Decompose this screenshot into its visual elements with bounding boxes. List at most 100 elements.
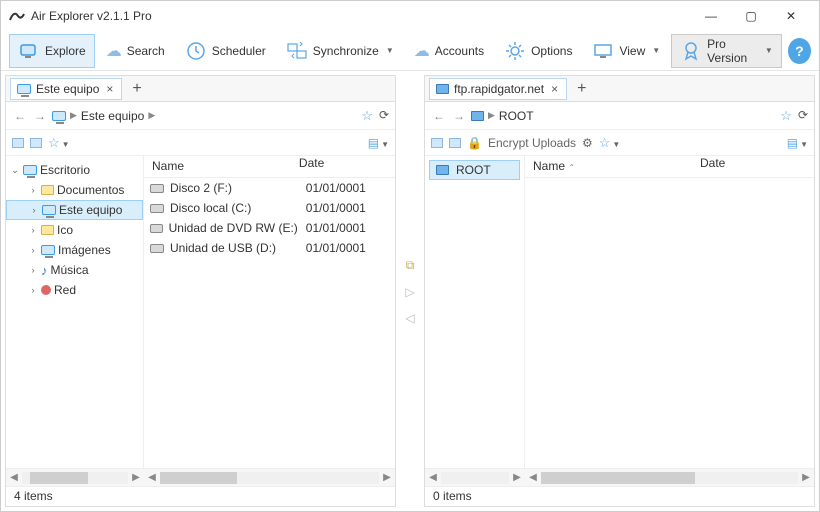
- list-hscroll[interactable]: ◀▶: [144, 468, 395, 486]
- left-tree: ⌄ Escritorio ›Documentos ›Este equipo ›I…: [6, 156, 144, 468]
- col-date[interactable]: Date: [700, 156, 810, 177]
- add-tab-button[interactable]: +: [577, 80, 586, 98]
- right-scrollbars: ◀▶ ◀▶: [425, 468, 814, 486]
- tree-node-red[interactable]: ›Red: [6, 280, 143, 300]
- favorite-button[interactable]: ☆: [361, 108, 373, 124]
- network-icon: [41, 285, 51, 295]
- refresh-button[interactable]: ⟳: [379, 108, 389, 124]
- expand-icon[interactable]: ›: [29, 205, 39, 215]
- accounts-button[interactable]: ☁ Accounts: [405, 34, 493, 68]
- nav-back-button[interactable]: ←: [431, 109, 447, 123]
- chevron-right-icon: ▶: [70, 110, 77, 121]
- explore-button[interactable]: Explore: [9, 34, 95, 68]
- list-header: Name Date: [144, 156, 395, 178]
- tree-node-ico[interactable]: ›Ico: [6, 220, 143, 240]
- tree-label: Música: [51, 263, 89, 277]
- tree-hscroll[interactable]: ◀▶: [425, 468, 525, 486]
- left-list: Name Date Disco 2 (F:)01/01/0001 Disco l…: [144, 156, 395, 468]
- synchronize-label: Synchronize: [313, 44, 379, 58]
- cell-name: Unidad de DVD RW (E:): [169, 221, 298, 235]
- nav-forward-button[interactable]: →: [32, 109, 48, 123]
- col-name[interactable]: Name: [144, 156, 299, 177]
- breadcrumb-item: ROOT: [499, 109, 534, 123]
- scheduler-button[interactable]: Scheduler: [176, 34, 275, 68]
- favorite-dropdown[interactable]: ☆▼: [599, 135, 621, 151]
- transfer-left-icon[interactable]: ◁: [405, 311, 414, 325]
- add-tab-button[interactable]: +: [132, 80, 141, 98]
- close-tab-icon[interactable]: ×: [549, 82, 560, 96]
- expand-icon[interactable]: ›: [28, 225, 38, 235]
- transfer-right-icon[interactable]: ▷: [405, 285, 414, 299]
- tree-node-root[interactable]: ROOT: [429, 160, 520, 180]
- encrypt-settings-icon[interactable]: ⚙: [582, 136, 593, 150]
- close-button[interactable]: ✕: [771, 2, 811, 30]
- scheduler-icon: [185, 40, 207, 62]
- gear-icon: [504, 40, 526, 62]
- list-hscroll[interactable]: ◀▶: [525, 468, 814, 486]
- help-button[interactable]: ?: [788, 38, 811, 64]
- favorite-dropdown[interactable]: ☆▼: [48, 135, 70, 151]
- expand-icon[interactable]: ›: [28, 245, 38, 255]
- pc-icon: [41, 245, 55, 255]
- right-content: ROOT Name ⌃ Date: [425, 156, 814, 468]
- left-breadcrumb[interactable]: ▶ Este equipo ▶: [52, 109, 357, 123]
- explore-icon: [18, 40, 40, 62]
- pro-version-button[interactable]: Pro Version ▼: [671, 34, 782, 68]
- link-icon[interactable]: ⧉: [406, 258, 415, 273]
- nav-back-button[interactable]: ←: [12, 109, 28, 123]
- view-mode-icon[interactable]: [449, 138, 461, 148]
- tree-label: Imágenes: [58, 243, 111, 257]
- list-options-icon[interactable]: ▤▼: [787, 136, 808, 150]
- right-breadcrumb[interactable]: ▶ ROOT: [471, 109, 776, 123]
- encrypt-label[interactable]: Encrypt Uploads: [488, 136, 576, 150]
- tree-hscroll[interactable]: ◀▶: [6, 468, 144, 486]
- right-tab[interactable]: ftp.rapidgator.net ×: [429, 78, 567, 100]
- chevron-down-icon: ▼: [765, 46, 773, 55]
- view-label: View: [619, 44, 645, 58]
- synchronize-button[interactable]: Synchronize ▼: [277, 34, 403, 68]
- pc-icon: [52, 111, 66, 121]
- expand-icon[interactable]: ›: [28, 265, 38, 275]
- search-icon: ☁: [106, 41, 122, 61]
- tree-node-este-equipo[interactable]: ›Este equipo: [6, 200, 143, 220]
- cell-date: 01/01/0001: [298, 221, 395, 235]
- usb-icon: [150, 244, 164, 253]
- refresh-button[interactable]: ⟳: [798, 108, 808, 124]
- tree-node-root[interactable]: ⌄ Escritorio: [6, 160, 143, 180]
- folder-icon: [41, 225, 54, 235]
- cell-name: Disco local (C:): [170, 201, 251, 215]
- expand-icon[interactable]: ›: [28, 185, 38, 195]
- list-row[interactable]: Unidad de DVD RW (E:)01/01/0001: [144, 218, 395, 238]
- tree-node-documentos[interactable]: ›Documentos: [6, 180, 143, 200]
- music-icon: ♪: [41, 263, 48, 278]
- minimize-button[interactable]: ―: [691, 2, 731, 30]
- pc-icon: [23, 165, 37, 175]
- view-mode-icon[interactable]: [431, 138, 443, 148]
- left-tab-label: Este equipo: [36, 82, 99, 96]
- right-tab-label: ftp.rapidgator.net: [454, 82, 544, 96]
- list-options-icon[interactable]: ▤▼: [368, 136, 389, 150]
- search-button[interactable]: ☁ Search: [97, 34, 174, 68]
- collapse-icon[interactable]: ⌄: [10, 165, 20, 176]
- close-tab-icon[interactable]: ×: [104, 82, 115, 96]
- right-status: 0 items: [425, 486, 814, 506]
- pc-icon: [42, 205, 56, 215]
- tree-label: Escritorio: [40, 163, 90, 177]
- view-mode-icon[interactable]: [30, 138, 42, 148]
- list-row[interactable]: Unidad de USB (D:)01/01/0001: [144, 238, 395, 258]
- nav-forward-button[interactable]: →: [451, 109, 467, 123]
- view-mode-icon[interactable]: [12, 138, 24, 148]
- tree-node-musica[interactable]: ›♪Música: [6, 260, 143, 280]
- splitter[interactable]: ⧉ ▷ ◁: [400, 71, 420, 511]
- list-row[interactable]: Disco local (C:)01/01/0001: [144, 198, 395, 218]
- tree-node-imagenes[interactable]: › Imágenes: [6, 240, 143, 260]
- col-date[interactable]: Date: [299, 156, 395, 177]
- options-button[interactable]: Options: [495, 34, 581, 68]
- list-row[interactable]: Disco 2 (F:)01/01/0001: [144, 178, 395, 198]
- view-button[interactable]: View ▼: [583, 34, 669, 68]
- favorite-button[interactable]: ☆: [780, 108, 792, 124]
- expand-icon[interactable]: ›: [28, 285, 38, 295]
- maximize-button[interactable]: ▢: [731, 2, 771, 30]
- left-tab[interactable]: Este equipo ×: [10, 78, 122, 100]
- col-name[interactable]: Name ⌃: [525, 156, 700, 177]
